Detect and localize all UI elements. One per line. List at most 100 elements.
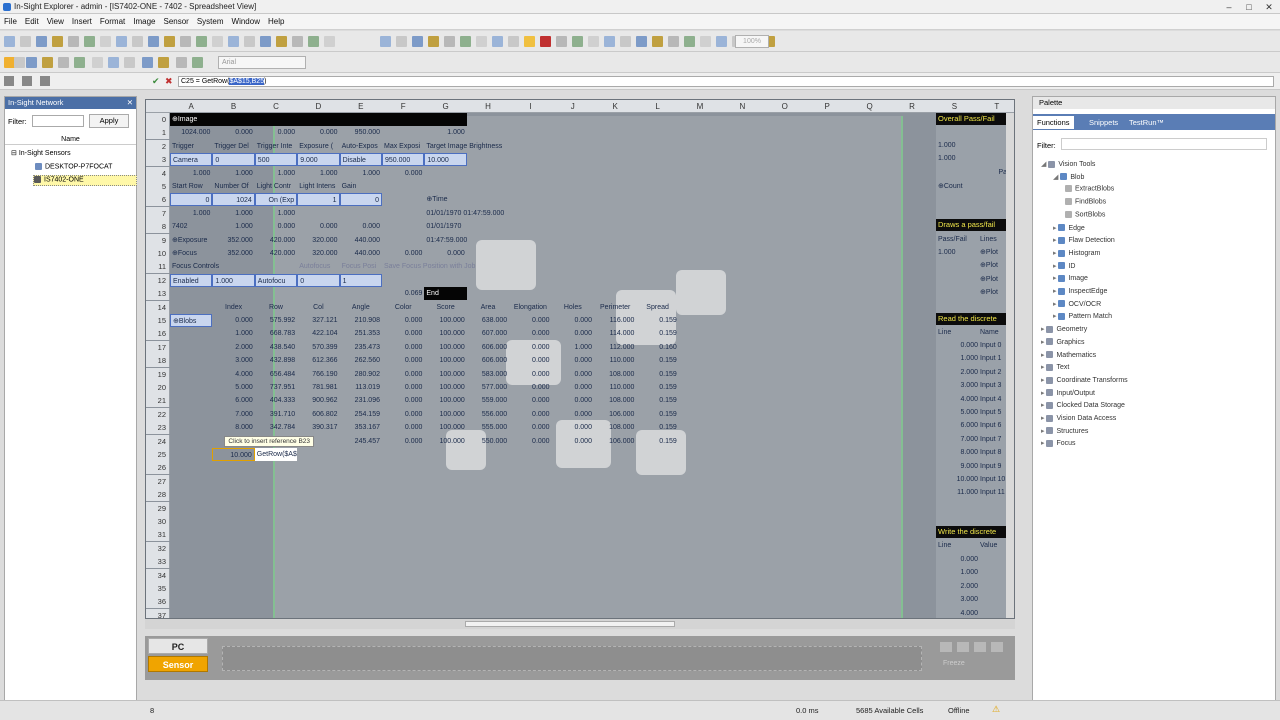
cell[interactable]: Pass bbox=[936, 166, 1014, 179]
blob-value-cell[interactable]: 0.000 bbox=[509, 421, 551, 434]
blob-value-cell[interactable]: 210.908 bbox=[340, 314, 382, 327]
toolbar-icon[interactable] bbox=[164, 36, 175, 47]
blob-value-cell[interactable]: 7.000 bbox=[212, 408, 254, 421]
blob-value-cell[interactable]: 4.000 bbox=[212, 368, 254, 381]
cell[interactable]: 10.000 bbox=[936, 473, 978, 486]
column-header-n[interactable]: N bbox=[721, 100, 763, 113]
control-cell[interactable]: Disable bbox=[339, 153, 382, 167]
panel-close-icon[interactable]: ✕ bbox=[127, 97, 133, 109]
toolbar-icon[interactable] bbox=[58, 57, 69, 68]
row-header-12[interactable]: 12 bbox=[146, 273, 170, 287]
toolbar-icon[interactable] bbox=[428, 36, 439, 47]
cell[interactable]: 320.000 bbox=[297, 247, 339, 260]
palette-item[interactable]: ▸ OCV/OCR bbox=[1053, 300, 1101, 308]
palette-filter-input[interactable] bbox=[1061, 138, 1267, 150]
palette-item[interactable]: ▸ Clocked Data Storage bbox=[1041, 401, 1125, 409]
accept-icon[interactable]: ✔ bbox=[152, 76, 160, 87]
blob-value-cell[interactable]: 612.366 bbox=[297, 354, 339, 367]
blob-value-cell[interactable]: 254.159 bbox=[340, 408, 382, 421]
palette-item[interactable]: ▸ ID bbox=[1053, 262, 1075, 270]
palette-item[interactable]: FindBlobs bbox=[1065, 198, 1106, 205]
blob-value-cell[interactable]: 0.000 bbox=[509, 435, 551, 448]
control-cell[interactable]: Enabled bbox=[170, 273, 213, 287]
blob-value-cell[interactable]: 0.000 bbox=[552, 327, 594, 340]
row-header-33[interactable]: 33 bbox=[146, 555, 170, 569]
blob-value-cell[interactable]: 556.000 bbox=[467, 408, 509, 421]
toolbar-icon[interactable] bbox=[308, 36, 319, 47]
toolbar-icon[interactable] bbox=[148, 36, 159, 47]
blob-value-cell[interactable]: 116.000 bbox=[594, 314, 636, 327]
blob-value-cell[interactable]: 575.992 bbox=[255, 314, 297, 327]
control-cell[interactable]: 10.000 bbox=[424, 153, 467, 167]
blob-value-cell[interactable]: 0.000 bbox=[552, 354, 594, 367]
blob-value-cell[interactable]: 0.000 bbox=[552, 394, 594, 407]
palette-item[interactable]: ◢ Vision Tools bbox=[1041, 160, 1095, 168]
column-header-e[interactable]: E bbox=[340, 100, 382, 113]
row-header-7[interactable]: 7 bbox=[146, 206, 170, 220]
blob-value-cell[interactable]: 570.399 bbox=[297, 341, 339, 354]
cell[interactable]: Light Contr bbox=[255, 180, 297, 193]
control-cell[interactable]: 0 bbox=[170, 193, 213, 207]
blob-value-cell[interactable]: 0.000 bbox=[382, 394, 424, 407]
toolbar-icon[interactable] bbox=[124, 57, 135, 68]
blob-value-cell[interactable]: 0.000 bbox=[382, 368, 424, 381]
cell[interactable]: Number Of bbox=[212, 180, 254, 193]
cell[interactable]: 2.000 bbox=[936, 580, 978, 593]
blob-value-cell[interactable]: 0.000 bbox=[552, 314, 594, 327]
toolbar-icon[interactable] bbox=[26, 57, 37, 68]
toolbar-icon[interactable] bbox=[212, 36, 223, 47]
control-cell[interactable]: On (Exp bbox=[254, 193, 298, 207]
row-header-16[interactable]: 16 bbox=[146, 327, 170, 341]
toolbar-icon[interactable] bbox=[444, 36, 455, 47]
blob-value-cell[interactable]: 108.000 bbox=[594, 368, 636, 381]
blob-value-cell[interactable]: 110.000 bbox=[594, 381, 636, 394]
cell[interactable]: Trigger Del bbox=[212, 140, 254, 153]
cell[interactable]: 0.000 bbox=[936, 339, 978, 352]
control-cell[interactable]: Camera bbox=[170, 153, 213, 167]
column-header-i[interactable]: I bbox=[509, 100, 551, 113]
blob-value-cell[interactable]: 0.000 bbox=[509, 354, 551, 367]
row-header-8[interactable]: 8 bbox=[146, 220, 170, 234]
blob-value-cell[interactable]: 106.000 bbox=[594, 408, 636, 421]
blob-value-cell[interactable]: 0.000 bbox=[382, 341, 424, 354]
blob-value-cell[interactable]: 113.019 bbox=[340, 381, 382, 394]
cell[interactable]: 4.000 bbox=[936, 393, 978, 406]
blob-value-cell[interactable]: 0.000 bbox=[382, 435, 424, 448]
column-header-o[interactable]: O bbox=[764, 100, 806, 113]
blob-value-cell[interactable]: 0.000 bbox=[552, 435, 594, 448]
control-cell[interactable]: 9.000 bbox=[297, 153, 340, 167]
cell[interactable]: 1.000 bbox=[424, 126, 466, 139]
blob-value-cell[interactable]: 106.000 bbox=[594, 435, 636, 448]
blob-value-cell[interactable]: 391.710 bbox=[255, 408, 297, 421]
maximize-icon[interactable]: □ bbox=[1242, 1, 1256, 13]
blob-value-cell[interactable]: 0.159 bbox=[636, 421, 678, 434]
column-header-m[interactable]: M bbox=[679, 100, 721, 113]
minimize-icon[interactable]: – bbox=[1222, 1, 1236, 13]
toolbar-icon[interactable] bbox=[476, 36, 487, 47]
name-column-header[interactable]: Name bbox=[5, 134, 136, 145]
blob-value-cell[interactable]: 0.000 bbox=[382, 421, 424, 434]
blob-value-cell[interactable]: 390.317 bbox=[297, 421, 339, 434]
blob-value-cell[interactable]: 251.353 bbox=[340, 327, 382, 340]
toolbar-icon[interactable] bbox=[192, 57, 203, 68]
row-header-13[interactable]: 13 bbox=[146, 287, 170, 301]
blob-value-cell[interactable]: 110.000 bbox=[594, 354, 636, 367]
blob-value-cell[interactable]: 0.000 bbox=[382, 408, 424, 421]
row-header-31[interactable]: 31 bbox=[146, 528, 170, 542]
blob-value-cell[interactable]: 100.000 bbox=[424, 341, 466, 354]
row-header-10[interactable]: 10 bbox=[146, 247, 170, 260]
blob-value-cell[interactable]: 0.000 bbox=[509, 341, 551, 354]
toolbar-icon[interactable] bbox=[524, 36, 535, 47]
blob-value-cell[interactable]: 342.784 bbox=[255, 421, 297, 434]
scroll-thumb[interactable] bbox=[465, 621, 675, 627]
toolbar-icon[interactable] bbox=[572, 36, 583, 47]
row-header-26[interactable]: 26 bbox=[146, 461, 170, 475]
control-cell[interactable]: 500 bbox=[254, 153, 298, 167]
column-header-a[interactable]: A bbox=[170, 100, 212, 113]
blob-value-cell[interactable]: 0.000 bbox=[552, 421, 594, 434]
cell[interactable]: Trigger bbox=[170, 140, 212, 153]
tab-snippets[interactable]: Snippets bbox=[1085, 116, 1122, 129]
blob-value-cell[interactable]: 1.000 bbox=[552, 341, 594, 354]
blob-value-cell[interactable]: 0.000 bbox=[212, 314, 254, 327]
filmstrip-settings-icon[interactable] bbox=[974, 642, 986, 652]
